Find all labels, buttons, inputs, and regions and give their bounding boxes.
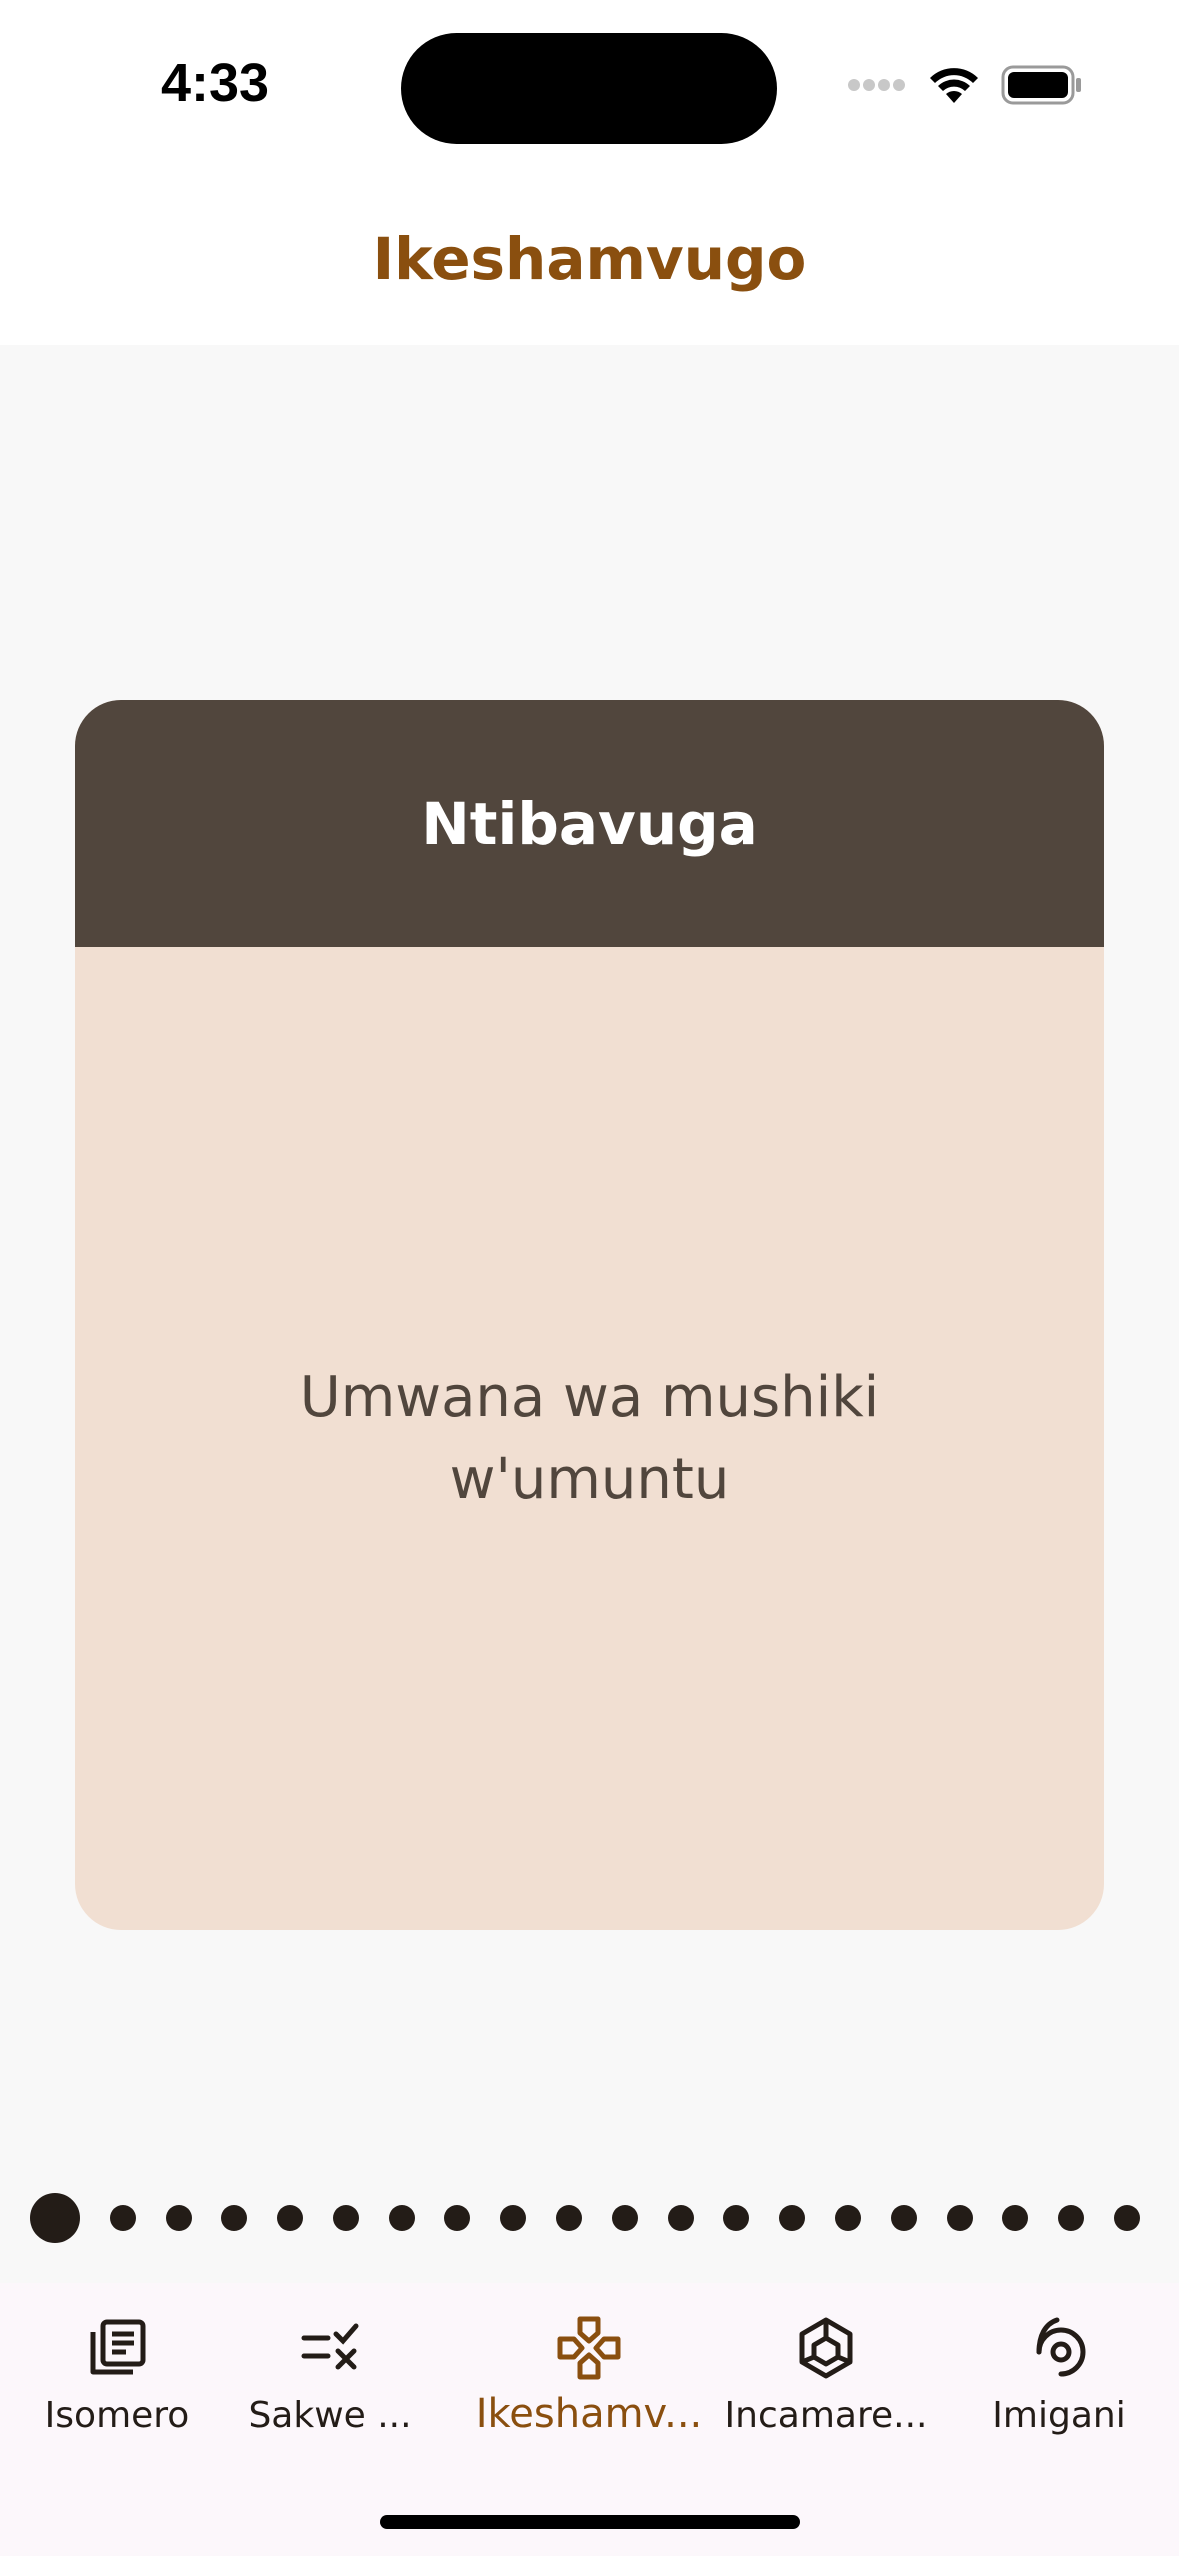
page-dot[interactable] [388, 2204, 415, 2231]
tab-incamarenga[interactable]: Incamare... [711, 2313, 941, 2453]
status-icons [847, 62, 1083, 112]
status-time: 4:33 [160, 53, 270, 113]
tab-sakwe[interactable]: Sakwe ... [215, 2313, 445, 2453]
page-dot[interactable] [611, 2204, 638, 2231]
dynamic-island [401, 33, 777, 144]
page-dot[interactable] [165, 2204, 192, 2231]
flashcard-body: Umwana wa mushiki w'umuntu [75, 947, 1104, 1930]
flashcard-title: Ntibavuga [421, 789, 758, 858]
home-indicator [380, 2515, 800, 2529]
tab-ikeshamvugo[interactable]: Ikeshamv... [474, 2313, 704, 2453]
page-title: Ikeshamvugo [372, 225, 807, 293]
page-dot[interactable] [500, 2204, 527, 2231]
tab-label: Isomero [44, 2395, 190, 2436]
page-dot[interactable] [277, 2204, 304, 2231]
page-dot[interactable] [723, 2204, 750, 2231]
tab-isomero[interactable]: Isomero [2, 2313, 232, 2453]
tab-label: Sakwe ... [248, 2395, 412, 2436]
tab-label: Ikeshamv... [475, 2391, 703, 2437]
page-dot[interactable] [109, 2204, 136, 2231]
game-controller-icon [554, 2313, 624, 2383]
page-dot[interactable] [667, 2204, 694, 2231]
page-dot[interactable] [221, 2204, 248, 2231]
cube-icon [791, 2313, 861, 2383]
cellular-signal-icon [847, 78, 907, 97]
page-dot[interactable] [1002, 2204, 1029, 2231]
page-dot[interactable] [890, 2204, 917, 2231]
page-dot[interactable] [834, 2204, 861, 2231]
wifi-icon [929, 65, 979, 110]
battery-icon [1001, 65, 1083, 110]
page-indicator[interactable] [30, 2190, 1140, 2245]
page-dot[interactable] [556, 2204, 583, 2231]
library-icon [82, 2313, 152, 2383]
tab-label: Incamare... [724, 2395, 928, 2436]
flashcard-text: Umwana wa mushiki w'umuntu [299, 1364, 880, 1512]
quiz-icon [295, 2313, 365, 2383]
page-dot[interactable] [444, 2204, 471, 2231]
flashcard[interactable]: Ntibavuga Umwana wa mushiki w'umuntu [75, 700, 1104, 1930]
page-dot[interactable] [1058, 2204, 1085, 2231]
nav-bar: Ikeshamvugo [0, 175, 1179, 345]
status-bar: 4:33 [0, 0, 1179, 175]
page-dot[interactable] [332, 2204, 359, 2231]
page-dot[interactable] [946, 2204, 973, 2231]
tab-label: Imigani [992, 2395, 1126, 2436]
page-dot[interactable] [1113, 2204, 1140, 2231]
tab-imigani[interactable]: Imigani [944, 2313, 1174, 2453]
spiral-icon [1024, 2313, 1094, 2383]
page-dot-active[interactable] [30, 2192, 80, 2243]
page-dot[interactable] [779, 2204, 806, 2231]
flashcard-header: Ntibavuga [75, 700, 1104, 947]
